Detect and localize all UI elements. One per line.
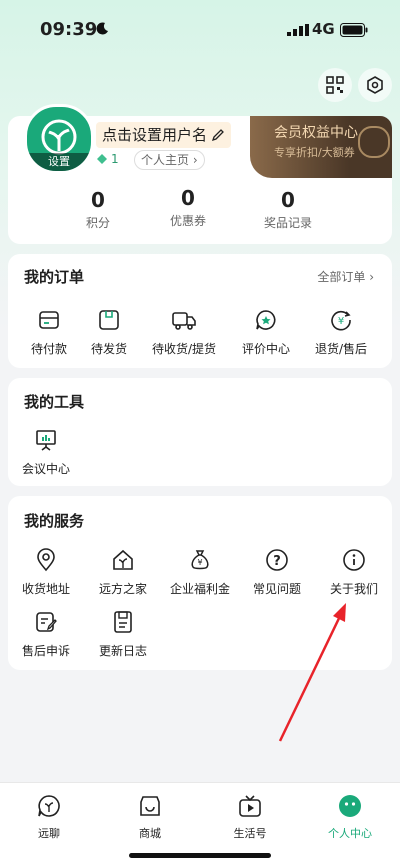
- order-pending-shipment[interactable]: 待发货: [69, 308, 149, 357]
- tab-personal-center[interactable]: 个人中心: [310, 793, 390, 841]
- battery-icon: [340, 23, 368, 37]
- service-aftersales-appeal[interactable]: 售后申诉: [6, 610, 86, 659]
- svg-text:¥: ¥: [197, 558, 202, 567]
- service-about-us[interactable]: 关于我们: [314, 548, 394, 597]
- service-item-label: 更新日志: [98, 644, 147, 658]
- tab-life-channel[interactable]: 生活号: [210, 793, 290, 841]
- tool-item-label: 会议中心: [21, 462, 70, 476]
- shop-icon: [140, 796, 160, 816]
- qr-code-button[interactable]: [318, 68, 352, 102]
- tool-meeting-center[interactable]: 会议中心: [6, 428, 86, 477]
- service-item-label: 关于我们: [329, 582, 378, 596]
- points-value: 0: [91, 188, 105, 212]
- order-item-label: 待发货: [90, 342, 127, 356]
- tab-mall[interactable]: 商城: [110, 793, 190, 841]
- location-icon: [37, 548, 55, 572]
- vip-title: 会员权益中心: [274, 125, 358, 141]
- review-icon: [256, 310, 276, 330]
- coupons-value: 0: [181, 186, 195, 210]
- network-label: 4G: [312, 20, 335, 38]
- orders-title: 我的订单: [24, 268, 85, 286]
- vip-center-banner[interactable]: 会员权益中心 专享折扣/大额券: [250, 116, 392, 178]
- settings-button[interactable]: [358, 68, 392, 102]
- order-review-center[interactable]: 评价中心: [226, 308, 306, 357]
- order-returns-aftersales[interactable]: ¥ 退货/售后: [301, 308, 381, 357]
- status-bar: 09:39 4G: [0, 0, 400, 56]
- presentation-icon: [36, 430, 56, 451]
- avatar-settings-tag: 设置: [27, 153, 91, 171]
- svg-text:¥: ¥: [338, 316, 344, 327]
- order-item-label: 待收货/提货: [151, 342, 217, 356]
- service-update-log[interactable]: 更新日志: [83, 610, 163, 659]
- prize-records-value: 0: [281, 188, 295, 212]
- order-item-label: 待付款: [30, 342, 67, 356]
- vip-coin-icon: [358, 126, 390, 158]
- avatar[interactable]: 设置: [24, 104, 94, 174]
- stat-coupons[interactable]: 0 优惠券: [158, 186, 218, 229]
- order-item-label: 评价中心: [241, 342, 290, 356]
- order-pending-receipt[interactable]: 待收货/提货: [144, 308, 224, 357]
- question-icon: ?: [266, 549, 288, 571]
- prize-records-label: 奖品记录: [263, 216, 312, 230]
- service-item-label: 收货地址: [21, 582, 70, 596]
- level-badge: 1: [96, 152, 119, 166]
- info-icon: [343, 549, 365, 571]
- package-icon: [99, 310, 119, 330]
- service-item-label: 售后申诉: [21, 644, 70, 658]
- service-yuanfang-home[interactable]: 远方之家: [83, 548, 163, 597]
- points-label: 积分: [85, 216, 110, 230]
- wallet-icon: [39, 311, 59, 329]
- level-value: 1: [111, 152, 119, 166]
- chat-icon: [38, 795, 60, 817]
- order-item-label: 退货/售后: [314, 342, 368, 356]
- set-username-button[interactable]: 点击设置用户名: [96, 122, 232, 148]
- service-item-label: 远方之家: [98, 582, 147, 596]
- truck-icon: [172, 312, 196, 330]
- personal-homepage-link[interactable]: 个人主页 ›: [134, 150, 205, 170]
- all-orders-link[interactable]: 全部订单 ›: [317, 268, 374, 285]
- house-icon: [113, 549, 133, 570]
- tab-label: 远聊: [38, 827, 60, 840]
- tab-label: 商城: [139, 827, 161, 840]
- homepage-label: 个人主页: [141, 153, 190, 167]
- all-orders-label: 全部订单: [317, 270, 366, 284]
- service-faq[interactable]: ? 常见问题: [237, 548, 317, 597]
- signal-icon: [287, 24, 309, 36]
- tools-title: 我的工具: [24, 393, 85, 411]
- edit-note-icon: [36, 612, 57, 632]
- profile-icon: [339, 795, 361, 817]
- tab-label: 生活号: [233, 827, 267, 840]
- service-enterprise-welfare[interactable]: ¥ 企业福利金: [160, 548, 240, 597]
- qr-code-icon: [326, 76, 344, 94]
- service-item-label: 企业福利金: [169, 582, 230, 596]
- tab-yuanliao[interactable]: 远聊: [9, 793, 89, 841]
- username-prompt: 点击设置用户名: [102, 126, 208, 144]
- services-title: 我的服务: [24, 512, 85, 530]
- diamond-icon: [97, 154, 107, 164]
- vip-subtitle: 专享折扣/大额券: [274, 146, 355, 159]
- hexagon-settings-icon: [367, 76, 383, 94]
- pencil-icon: [211, 129, 224, 142]
- clock: 09:39: [40, 19, 98, 40]
- refund-icon: ¥: [331, 310, 351, 331]
- service-item-label: 常见问题: [252, 582, 301, 596]
- moon-icon: [96, 22, 108, 35]
- svg-text:?: ?: [273, 554, 281, 569]
- video-icon: [239, 795, 261, 817]
- stat-prize-records[interactable]: 0 奖品记录: [256, 188, 320, 231]
- stat-points[interactable]: 0 积分: [70, 188, 126, 231]
- home-indicator: [129, 853, 271, 858]
- money-bag-icon: ¥: [191, 550, 209, 570]
- coupons-label: 优惠券: [169, 214, 206, 228]
- log-icon: [114, 611, 132, 633]
- service-shipping-address[interactable]: 收货地址: [6, 548, 86, 597]
- tab-label: 个人中心: [328, 827, 372, 840]
